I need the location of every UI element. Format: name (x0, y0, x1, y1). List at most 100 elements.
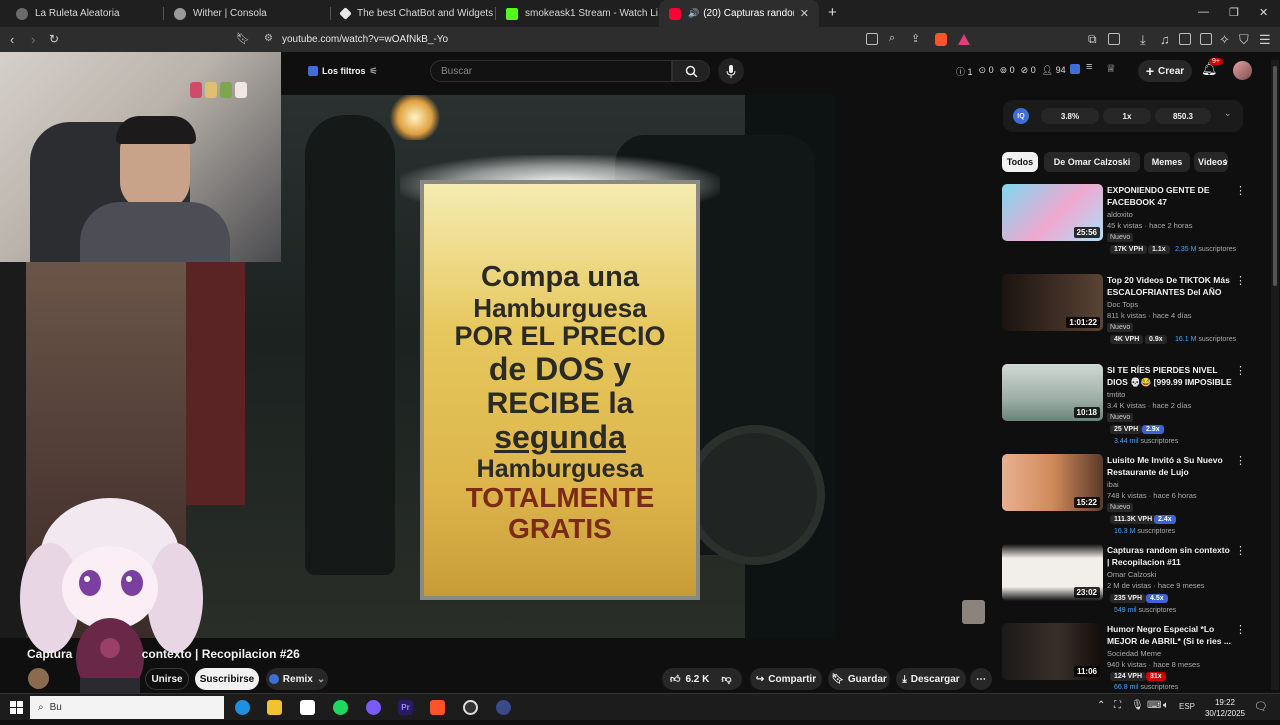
menu-icon[interactable]: ☰ (1259, 32, 1271, 48)
rec-channel[interactable]: Doc Tops (1107, 300, 1138, 309)
subscribe-button[interactable]: Suscribirse (195, 668, 259, 690)
chip-videos[interactable]: Videos (1194, 152, 1228, 172)
scrollbar-thumb[interactable] (1273, 66, 1277, 286)
list-item[interactable]: 15:22 Luisito Me Invitó a Su Nuevo Resta… (1000, 454, 1250, 536)
list-item[interactable]: 1:01:22 Top 20 Videos De TIKTOK Más ESCA… (1000, 274, 1250, 356)
audio-playing-icon[interactable]: 🔊 (688, 8, 699, 19)
create-button[interactable]: + Crear (1138, 60, 1192, 82)
taskbar-search-input[interactable]: ⌕ Bu (30, 696, 224, 719)
wallet-icon[interactable] (1200, 33, 1212, 45)
video-thumbnail[interactable]: 10:18 (1002, 364, 1103, 421)
rec-channel[interactable]: tmtito (1107, 390, 1125, 399)
video-thumbnail[interactable]: 25:56 (1002, 184, 1103, 241)
filters-button[interactable]: Los filtros ⚟ (308, 61, 380, 81)
rec-title[interactable]: Top 20 Videos De TIKTOK Más ESCALOFRIANT… (1107, 274, 1233, 298)
more-options-icon[interactable]: ⋮ (1235, 454, 1246, 467)
reader-mode-icon[interactable] (866, 33, 878, 45)
tab-youtube-active[interactable]: 🔊 (20) Capturas random sin con ✕ (659, 0, 819, 27)
media-icon[interactable]: ♫ (1160, 32, 1170, 47)
forward-icon[interactable]: › (31, 32, 35, 47)
tab-wither[interactable]: Wither | Consola (164, 0, 330, 27)
clock[interactable]: 19:22 30/12/2025 (1200, 697, 1250, 719)
rec-title[interactable]: EXPONIENDO GENTE DE FACEBOOK 47 (1107, 184, 1233, 208)
extensions-icon[interactable]: ⧉ (1088, 32, 1097, 47)
page-scrollbar[interactable] (1271, 60, 1279, 690)
tab-chatbot[interactable]: The best ChatBot and Widgets for Ki (331, 0, 495, 27)
search-input[interactable]: Buscar (430, 60, 672, 82)
search-button[interactable] (672, 60, 710, 82)
more-options-icon[interactable]: ⋮ (1235, 274, 1246, 287)
premiere-icon[interactable]: Pr (398, 700, 413, 715)
like-icon[interactable]: 👍︎ (670, 673, 680, 685)
rec-channel[interactable]: aldoxito (1107, 210, 1133, 219)
notification-center-icon[interactable]: 🗨︎ (1254, 700, 1268, 713)
edge-icon[interactable] (235, 700, 250, 715)
rec-title[interactable]: Capturas random sin contexto | Recopilac… (1107, 544, 1233, 568)
more-actions-button[interactable]: ⋯ (970, 668, 992, 690)
chip-channel[interactable]: De Omar Calzoski (1044, 152, 1140, 172)
more-options-icon[interactable]: ⋮ (1235, 623, 1246, 636)
language-indicator[interactable]: ESP (1179, 702, 1195, 711)
remix-button[interactable]: Remix ⌄ (266, 668, 328, 690)
chips-next-icon[interactable]: › (1224, 154, 1228, 168)
rec-title[interactable]: SI TE RÍES PIERDES NIVEL DIOS 💀😂 [999.99… (1107, 364, 1233, 388)
new-tab-button[interactable]: + (828, 4, 837, 21)
video-thumbnail[interactable]: 15:22 (1002, 454, 1103, 511)
bookmark-icon[interactable]: 🔖︎ (236, 32, 250, 45)
microphone-icon[interactable]: 🎙︎ (1131, 700, 1144, 711)
vpn-icon[interactable]: ⛉ (1239, 32, 1249, 48)
download-button[interactable]: ⤓ Descargar (896, 668, 966, 690)
avatar[interactable] (1233, 61, 1252, 80)
close-tab-icon[interactable]: ✕ (794, 7, 809, 20)
share-button[interactable]: ↪ Compartir (750, 668, 822, 690)
store-icon[interactable] (300, 700, 315, 715)
like-count[interactable]: 6.2 K (685, 674, 709, 685)
app-icon[interactable] (496, 700, 511, 715)
save-button[interactable]: 🔖︎ Guardar (828, 668, 890, 690)
reload-icon[interactable]: ↻ (49, 32, 59, 46)
rec-channel[interactable]: Omar Calzoski (1107, 570, 1156, 579)
tab-kick-stream[interactable]: smokeask1 Stream - Watch Live on Ki (496, 0, 658, 27)
tab-ruleta[interactable]: La Ruleta Aleatoria (6, 0, 162, 27)
close-window-icon[interactable]: ✕ (1259, 6, 1268, 19)
iq-extension-icon[interactable] (1070, 64, 1080, 74)
video-thumbnail[interactable]: 1:01:22 (1002, 274, 1103, 331)
site-info-icon[interactable]: ⚙ (264, 33, 273, 44)
discord-icon[interactable] (366, 700, 381, 715)
tray-icon[interactable]: ⛶ (1114, 700, 1121, 711)
chip-memes[interactable]: Memes (1144, 152, 1190, 172)
sidebar-icon[interactable] (1179, 33, 1191, 45)
video-thumbnail[interactable]: 11:06 (1002, 623, 1103, 680)
chip-todos[interactable]: Todos (1002, 152, 1038, 172)
brave-rewards-icon[interactable] (958, 34, 970, 45)
trophy-icon[interactable]: ♕ (1106, 62, 1116, 75)
list-item[interactable]: 10:18 SI TE RÍES PIERDES NIVEL DIOS 💀😂 [… (1000, 364, 1250, 446)
more-options-icon[interactable]: ⋮ (1235, 184, 1246, 197)
list-item[interactable]: 25:56 EXPONIENDO GENTE DE FACEBOOK 47 al… (1000, 184, 1250, 266)
share-icon[interactable]: ⇪ (911, 32, 920, 45)
channel-avatar[interactable] (28, 668, 49, 689)
more-options-icon[interactable]: ⋮ (1235, 544, 1246, 557)
zoom-icon[interactable]: ⌕ (889, 32, 895, 45)
maximize-icon[interactable]: ❐ (1229, 6, 1239, 19)
leo-ai-icon[interactable]: ✧ (1219, 32, 1230, 48)
more-options-icon[interactable]: ⋮ (1235, 364, 1246, 377)
voice-search-button[interactable] (718, 58, 744, 84)
file-explorer-icon[interactable] (267, 700, 282, 715)
windows-start-icon[interactable] (10, 701, 23, 714)
video-player[interactable]: Compa una Hamburguesa POR EL PRECIO de D… (185, 95, 835, 638)
rec-channel[interactable]: ibai (1107, 480, 1119, 489)
brave-shields-icon[interactable] (935, 33, 947, 46)
download-icon[interactable]: ⤓ (1140, 32, 1146, 48)
network-icon[interactable]: ⌨ (1147, 700, 1161, 711)
tray-expand-icon[interactable]: ⌃ (1097, 700, 1105, 711)
corner-thumbnail[interactable] (962, 600, 985, 624)
brave-icon[interactable] (430, 700, 445, 715)
back-icon[interactable]: ‹ (10, 32, 14, 47)
dislike-icon[interactable]: 👎︎ (721, 673, 731, 685)
join-button[interactable]: Unirse (145, 668, 189, 690)
rec-title[interactable]: Luisito Me Invitó a Su Nuevo Restaurante… (1107, 454, 1233, 478)
volume-icon[interactable]: 🔈︎ (1163, 700, 1169, 711)
list-item[interactable]: 23:02 Capturas random sin contexto | Rec… (1000, 544, 1250, 626)
list-icon[interactable]: ≡ (1086, 61, 1092, 73)
